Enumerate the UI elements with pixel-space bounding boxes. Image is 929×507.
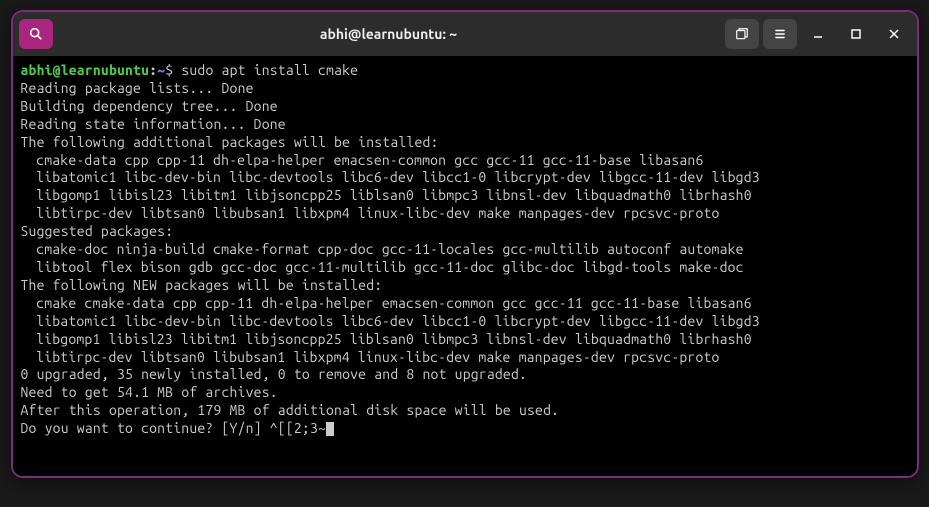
terminal-body[interactable]: abhi@learnubuntu:~$ sudo apt install cma… <box>13 56 917 476</box>
command-text: sudo apt install cmake <box>181 62 358 78</box>
output-line: After this operation, 179 MB of addition… <box>21 402 909 420</box>
output-line: Need to get 54.1 MB of archives. <box>21 384 909 402</box>
prompt-line: abhi@learnubuntu:~$ sudo apt install cma… <box>21 62 909 80</box>
maximize-button[interactable] <box>839 19 873 49</box>
output-line: Suggested packages: <box>21 223 909 241</box>
output-line: libtool flex bison gdb gcc-doc gcc-11-mu… <box>21 259 909 277</box>
menu-button[interactable] <box>763 19 797 49</box>
prompt-colon: : <box>149 62 157 78</box>
cursor <box>326 422 334 436</box>
output-line: libtirpc-dev libtsan0 libubsan1 libxpm4 … <box>21 349 909 367</box>
prompt-user-host: abhi@learnubuntu <box>21 62 150 78</box>
output-line: The following additional packages will b… <box>21 134 909 152</box>
search-icon <box>28 26 44 42</box>
new-tab-icon <box>735 27 749 41</box>
output-line: Building dependency tree... Done <box>21 98 909 116</box>
output-line: libgomp1 libisl23 libitm1 libjsoncpp25 l… <box>21 331 909 349</box>
output-line: cmake cmake-data cpp cpp-11 dh-elpa-help… <box>21 295 909 313</box>
continue-prompt: Do you want to continue? [Y/n] ^[[2;3~ <box>21 420 327 436</box>
titlebar-controls <box>725 19 911 49</box>
output-line: libgomp1 libisl23 libitm1 libjsoncpp25 l… <box>21 187 909 205</box>
output-line: The following NEW packages will be insta… <box>21 277 909 295</box>
titlebar: abhi@learnubuntu: ~ <box>13 12 917 56</box>
hamburger-icon <box>773 27 787 41</box>
output-line: cmake-data cpp cpp-11 dh-elpa-helper ema… <box>21 152 909 170</box>
output-line: Do you want to continue? [Y/n] ^[[2;3~ <box>21 420 909 438</box>
output-line: libatomic1 libc-dev-bin libc-devtools li… <box>21 169 909 187</box>
output-line: Reading state information... Done <box>21 116 909 134</box>
close-button[interactable] <box>877 19 911 49</box>
terminal-window: abhi@learnubuntu: ~ abhi@learnubuntu:~$ … <box>11 10 919 478</box>
minimize-button[interactable] <box>801 19 835 49</box>
output-line: libtirpc-dev libtsan0 libubsan1 libxpm4 … <box>21 205 909 223</box>
output-line: libatomic1 libc-dev-bin libc-devtools li… <box>21 313 909 331</box>
search-button[interactable] <box>19 19 53 49</box>
maximize-icon <box>850 28 862 40</box>
window-title: abhi@learnubuntu: ~ <box>59 26 719 42</box>
prompt-symbol: $ <box>165 62 173 78</box>
output-line: 0 upgraded, 35 newly installed, 0 to rem… <box>21 366 909 384</box>
new-tab-button[interactable] <box>725 19 759 49</box>
output-line: cmake-doc ninja-build cmake-format cpp-d… <box>21 241 909 259</box>
minimize-icon <box>812 28 824 40</box>
output-line: Reading package lists... Done <box>21 80 909 98</box>
close-icon <box>888 28 900 40</box>
